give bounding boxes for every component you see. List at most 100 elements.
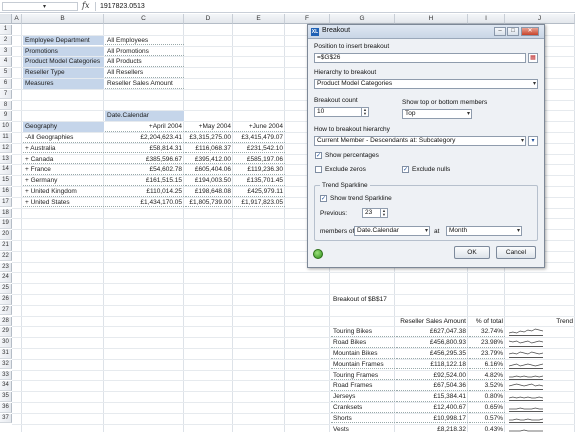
sales-value-cell[interactable]: £119,236.30 (234, 165, 285, 176)
members-select[interactable]: Date.Calendar ▾ (354, 226, 430, 236)
sales-value-cell[interactable]: £231,542.10 (234, 144, 285, 154)
sales-value-cell[interactable]: £194,003.50 (185, 176, 233, 186)
row-header-14[interactable]: 14 (0, 165, 12, 176)
dialog-titlebar[interactable]: XL Breakout – □ ✕ (308, 25, 544, 39)
row-header-4[interactable]: 4 (0, 57, 12, 68)
row-header-15[interactable]: 15 (0, 176, 12, 186)
filter-label[interactable]: Employee Department (23, 35, 104, 46)
row-header-17[interactable]: 17 (0, 197, 12, 208)
breakout-amount[interactable]: £456,800.93 (396, 338, 468, 348)
row-header-35[interactable]: 35 (0, 392, 12, 402)
sales-value-cell[interactable]: £1,805,739.00 (185, 198, 233, 208)
how-select[interactable]: Current Member - Descendants at: Subcate… (314, 136, 526, 146)
row-header-29[interactable]: 29 (0, 327, 12, 338)
column-header-e[interactable]: E (233, 14, 285, 24)
breakout-percent[interactable]: 23.79% (469, 349, 505, 359)
ok-button[interactable]: OK (454, 246, 490, 259)
column-header-c[interactable]: C (104, 14, 184, 24)
breakout-amount[interactable]: £8,218.32 (396, 425, 468, 432)
sales-value-cell[interactable]: £110,014.25 (105, 187, 184, 197)
chevron-down-icon[interactable]: ▾ (521, 137, 524, 145)
row-header-30[interactable]: 30 (0, 338, 12, 348)
month-header[interactable]: +April 2004 (105, 122, 184, 132)
breakout-percent[interactable]: 0.65% (469, 403, 505, 413)
name-box[interactable]: ▾ (2, 2, 78, 11)
filter-value[interactable]: All Employees (105, 36, 184, 46)
breakout-header-trend[interactable]: Trend (506, 317, 575, 327)
breakout-percent[interactable]: 4.82% (469, 371, 505, 381)
row-header-32[interactable]: 32 (0, 359, 12, 370)
row-header-20[interactable]: 20 (0, 230, 12, 240)
select-all-corner[interactable] (0, 14, 12, 24)
row-header-25[interactable]: 25 (0, 284, 12, 294)
breakout-amount[interactable]: £92,524.00 (396, 371, 468, 381)
row-header-19[interactable]: 19 (0, 219, 12, 230)
row-header-10[interactable]: 10 (0, 122, 12, 132)
row-header-9[interactable]: 9 (0, 111, 12, 122)
breakout-member[interactable]: Jerseys (331, 392, 395, 402)
breakout-percent[interactable]: 23.98% (469, 338, 505, 348)
row-header-34[interactable]: 34 (0, 381, 12, 392)
close-button[interactable]: ✕ (521, 27, 539, 36)
exclude-zeros-checkbox[interactable] (315, 166, 322, 173)
row-header-24[interactable]: 24 (0, 273, 12, 284)
breakout-header-pct[interactable]: % of total (469, 317, 505, 327)
column-header-h[interactable]: H (395, 14, 468, 24)
breakout-member[interactable]: Road Frames (331, 381, 395, 392)
geography-member[interactable]: + Australia (23, 144, 104, 154)
sales-value-cell[interactable]: £161,515.15 (105, 176, 184, 186)
geography-member[interactable]: + France (23, 165, 104, 176)
sales-value-cell[interactable]: £3,415,479.07 (234, 133, 285, 143)
row-header-31[interactable]: 31 (0, 349, 12, 359)
month-header[interactable]: +June 2004 (234, 122, 285, 132)
filter-label[interactable]: Measures (23, 79, 104, 89)
count-input[interactable]: 10 ▲ ▼ (314, 107, 369, 117)
sales-value-cell[interactable]: £2,204,623.41 (105, 133, 184, 143)
filter-label[interactable]: Reseller Type (23, 68, 104, 78)
chevron-down-icon[interactable]: ▾ (43, 3, 46, 10)
breakout-member[interactable]: Touring Bikes (331, 327, 395, 338)
expand-icon[interactable]: ▾ (528, 136, 538, 146)
row-header-11[interactable]: 11 (0, 133, 12, 143)
row-header-26[interactable]: 26 (0, 295, 12, 305)
row-header-8[interactable]: 8 (0, 100, 12, 111)
breakout-percent[interactable]: 32.74% (469, 327, 505, 338)
breakout-percent[interactable]: 6.16% (469, 360, 505, 370)
column-header-a[interactable]: A (12, 14, 22, 24)
hierarchy-select[interactable]: Product Model Categories ▾ (314, 79, 538, 89)
row-header-7[interactable]: 7 (0, 89, 12, 100)
topbottom-select[interactable]: Top ▾ (402, 109, 472, 119)
function-icon[interactable]: fx (82, 1, 89, 10)
maximize-button[interactable]: □ (507, 27, 519, 36)
breakout-amount[interactable]: £627,047.38 (396, 327, 468, 338)
breakout-member[interactable]: Cranksets (331, 403, 395, 413)
sales-value-cell[interactable]: £58,814.31 (105, 144, 184, 154)
show-trend-checkbox[interactable]: ✓ (320, 195, 327, 202)
row-header-33[interactable]: 33 (0, 370, 12, 381)
breakout-member[interactable]: Touring Frames (331, 371, 395, 381)
geography-member[interactable]: + Canada (23, 155, 104, 165)
filter-label[interactable]: Product Model Categories (23, 57, 104, 68)
filter-value[interactable]: All Resellers (105, 68, 184, 78)
show-percentages-checkbox[interactable]: ✓ (315, 152, 322, 159)
sales-value-cell[interactable]: £425,979.11 (234, 187, 285, 197)
sales-value-cell[interactable]: £385,596.67 (105, 155, 184, 165)
breakout-percent[interactable]: 0.80% (469, 392, 505, 402)
chevron-down-icon[interactable]: ▾ (517, 227, 520, 235)
geography-member[interactable]: + Germany (23, 176, 104, 186)
chevron-down-icon[interactable]: ▾ (425, 227, 428, 235)
breakout-amount[interactable]: £10,998.17 (396, 414, 468, 424)
column-header-i[interactable]: I (468, 14, 505, 24)
geography-member[interactable]: + United States (23, 198, 104, 208)
breakout-header-amount[interactable]: Reseller Sales Amount (396, 317, 468, 327)
filter-value[interactable]: All Products (105, 57, 184, 68)
row-header-12[interactable]: 12 (0, 143, 12, 154)
row-header-2[interactable]: 2 (0, 35, 12, 46)
sales-value-cell[interactable]: £3,315,275.00 (185, 133, 233, 143)
breakout-amount[interactable]: £67,504.36 (396, 381, 468, 392)
sales-value-cell[interactable]: £395,412.00 (185, 155, 233, 165)
column-header-f[interactable]: F (285, 14, 330, 24)
column-header-g[interactable]: G (330, 14, 395, 24)
row-header-37[interactable]: 37 (0, 413, 12, 424)
breakout-amount[interactable]: £15,384.41 (396, 392, 468, 402)
